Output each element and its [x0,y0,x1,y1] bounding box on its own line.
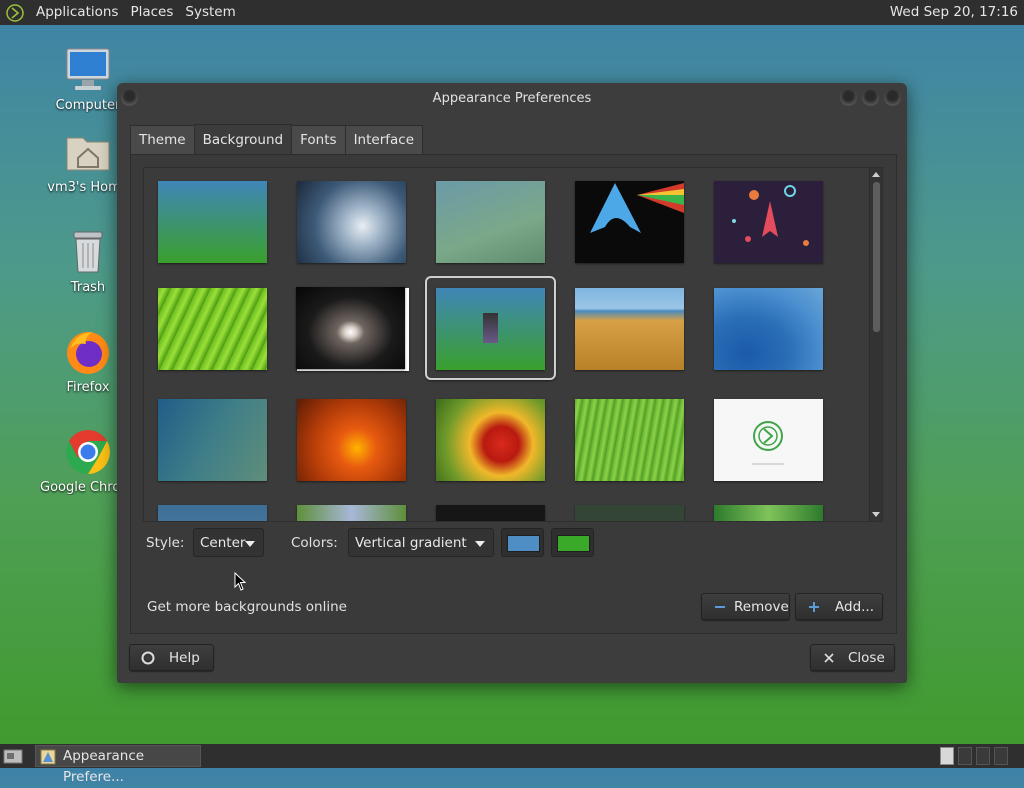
background-thumb[interactable] [575,288,684,370]
colors-dropdown-value: Vertical gradient [355,535,467,551]
background-thumb[interactable] [714,399,823,481]
top-panel: Applications Places System Wed Sep 20, 1… [0,0,1024,25]
secondary-color-swatch [557,535,590,552]
remove-button-label: Remove [734,599,789,615]
background-thumb[interactable] [575,505,684,521]
scrollbar-thumb[interactable] [873,182,880,332]
computer-icon [64,46,112,94]
background-thumb[interactable] [297,181,406,263]
close-button[interactable]: Close [810,644,895,671]
plus-icon [809,602,819,612]
background-gallery [143,167,883,522]
window-title: Appearance Preferences [432,91,592,106]
background-thumb[interactable] [297,505,406,521]
gallery-scrollbar[interactable] [869,168,882,521]
mouse-cursor-icon [234,572,246,591]
workspace-4[interactable] [994,747,1008,765]
background-thumb-selected[interactable] [436,288,545,370]
close-window-button[interactable] [884,89,901,106]
background-thumb[interactable] [158,399,267,481]
style-label: Style: [146,535,185,551]
get-more-backgrounds-link[interactable]: Get more backgrounds online [147,599,347,615]
scroll-down-icon[interactable] [872,512,880,517]
bottom-panel: Appearance Prefere... [0,744,1024,785]
tab-theme[interactable]: Theme [130,125,195,154]
tab-background[interactable]: Background [193,124,293,154]
trash-icon [64,228,112,276]
background-thumb[interactable] [714,181,823,263]
remove-button[interactable]: Remove [701,593,790,620]
primary-color-button[interactable] [501,528,544,557]
help-button[interactable]: Help [129,644,214,671]
background-thumb[interactable] [575,399,684,481]
primary-color-swatch [507,535,540,552]
colors-dropdown[interactable]: Vertical gradient [348,528,494,557]
tab-fonts[interactable]: Fonts [291,125,346,154]
background-thumb[interactable] [575,181,684,263]
help-lifebuoy-icon [141,651,155,665]
background-thumb[interactable] [158,181,267,263]
applications-menu[interactable]: Applications [30,0,124,25]
appearance-app-icon [40,749,56,765]
appearance-preferences-window: Appearance Preferences Theme Background … [117,83,907,683]
chevron-down-icon [475,541,485,547]
background-thumb[interactable] [158,288,267,370]
background-thumb[interactable] [714,288,823,370]
scroll-up-icon[interactable] [872,172,880,177]
workspace-3[interactable] [976,747,990,765]
clock[interactable]: Wed Sep 20, 17:16 [890,0,1018,25]
background-thumb[interactable] [296,287,405,369]
add-button[interactable]: Add... [795,593,883,620]
style-dropdown[interactable]: Center [193,528,264,557]
chrome-icon [64,428,112,476]
firefox-icon [64,328,112,376]
background-thumb[interactable] [436,505,545,521]
window-titlebar[interactable]: Appearance Preferences [117,83,907,115]
tab-bar: Theme Background Fonts Interface [130,124,424,154]
background-thumb[interactable] [158,505,267,521]
minimize-button[interactable] [840,89,857,106]
logo-image [483,313,498,343]
help-button-label: Help [169,650,200,666]
add-button-label: Add... [835,599,875,615]
minus-icon [715,606,725,608]
distro-logo-icon[interactable] [6,3,24,22]
workspace-1[interactable] [940,747,954,765]
workspace-2[interactable] [958,747,972,765]
background-tab-panel: Style: Center Colors: Vertical gradient … [130,154,897,634]
show-desktop-icon[interactable] [3,747,23,765]
home-folder-icon [64,128,112,176]
tab-interface[interactable]: Interface [344,125,424,154]
secondary-color-button[interactable] [551,528,594,557]
style-dropdown-value: Center [200,535,246,551]
background-thumb[interactable] [714,505,823,521]
background-thumb[interactable] [436,181,545,263]
chevron-down-icon [245,541,255,547]
places-menu[interactable]: Places [124,0,179,25]
system-menu[interactable]: System [179,0,241,25]
taskbar-item-label: Appearance Prefere... [63,748,145,785]
background-thumb[interactable] [436,399,545,481]
background-thumb[interactable] [297,399,406,481]
close-button-label: Close [848,650,885,666]
maximize-button[interactable] [862,89,879,106]
close-icon [824,653,834,663]
colors-label: Colors: [291,535,338,551]
taskbar-item-appearance[interactable]: Appearance Prefere... [35,745,201,785]
